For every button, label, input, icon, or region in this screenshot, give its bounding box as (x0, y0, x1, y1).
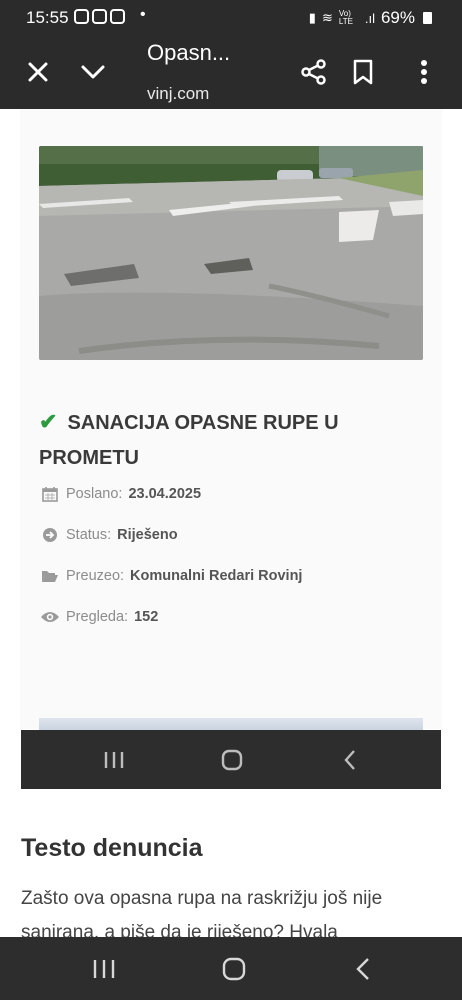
more-vert-icon (421, 60, 427, 84)
page-title: Opasn... (147, 40, 231, 65)
volte-icon: Vo) LTE (338, 9, 353, 26)
meta-taken-value: Komunalni Redari Rovinj (130, 568, 303, 584)
more-options-button[interactable] (408, 56, 440, 88)
section-title: Testo denuncia (21, 834, 203, 862)
back-button[interactable] (343, 749, 357, 771)
signal-icon: .ıl (364, 10, 375, 26)
system-nav-bar (0, 937, 462, 1000)
expand-button[interactable] (77, 56, 109, 88)
calendar-icon (40, 486, 60, 502)
eye-icon (40, 610, 60, 624)
notification-dot-icon: • (140, 6, 146, 23)
report-title: ✔ SANACIJA OPASNE RUPE U PROMETU (39, 404, 409, 476)
home-button[interactable] (221, 749, 243, 771)
close-icon (28, 62, 48, 82)
meta-views: Pregleda: 152 (40, 609, 158, 625)
chevron-down-icon (81, 65, 105, 79)
home-icon (222, 957, 246, 980)
section-text-line1: Zašto ova opasna rupa na raskrižju još n… (21, 888, 383, 909)
report-title-line2: PROMETU (39, 447, 139, 469)
wifi-icon: ≋ (321, 10, 333, 25)
battery-icon (423, 12, 432, 24)
page-url: vinj.com (147, 84, 210, 103)
battery-saver-icon: ▮ (308, 10, 316, 25)
meta-views-label: Pregleda: (66, 609, 129, 625)
meta-taken: Preuzeo: Komunalni Redari Rovinj (40, 568, 302, 584)
meta-sent-label: Poslano: (66, 486, 123, 502)
report-title-line1: SANACIJA OPASNE RUPE U (67, 412, 339, 434)
overlay-nav-bar (21, 730, 441, 789)
arrow-circle-icon (40, 527, 60, 543)
recents-button[interactable] (92, 959, 116, 979)
folder-open-icon (40, 569, 60, 583)
meta-sent: Poslano: 23.04.2025 (40, 486, 201, 502)
status-right: ▮ ≋ Vo) LTE .ıl 69% (309, 8, 432, 28)
browser-toolbar: Opasn... vinj.com (0, 36, 462, 109)
recents-icon (104, 751, 124, 768)
meta-status: Status: Riješeno (40, 527, 178, 543)
status-bar: 15:55 • ▮ ≋ Vo) LTE .ıl 69% (0, 0, 462, 36)
meta-status-value: Riješeno (117, 527, 178, 543)
share-button[interactable] (298, 56, 330, 88)
meta-taken-label: Preuzeo: (66, 568, 125, 584)
notification-icons (74, 9, 125, 24)
notification-icon (74, 9, 89, 24)
status-time: 15:55 (26, 8, 69, 27)
home-icon (221, 749, 243, 770)
home-button[interactable] (222, 957, 246, 981)
report-photo[interactable] (39, 146, 423, 360)
notification-icon (110, 9, 125, 24)
share-icon (301, 59, 326, 85)
back-button[interactable] (355, 957, 371, 981)
meta-sent-value: 23.04.2025 (128, 486, 202, 502)
meta-status-label: Status: (66, 527, 112, 543)
back-icon (344, 749, 355, 770)
bookmark-icon (353, 59, 373, 85)
recents-button[interactable] (103, 751, 125, 769)
meta-views-value: 152 (134, 609, 159, 625)
recents-icon (93, 959, 115, 978)
check-icon: ✔ (39, 409, 58, 434)
close-button[interactable] (22, 56, 54, 88)
bookmark-button[interactable] (347, 56, 379, 88)
battery-percent: 69% (380, 8, 415, 27)
notification-icon (92, 9, 107, 24)
back-icon (356, 957, 369, 980)
